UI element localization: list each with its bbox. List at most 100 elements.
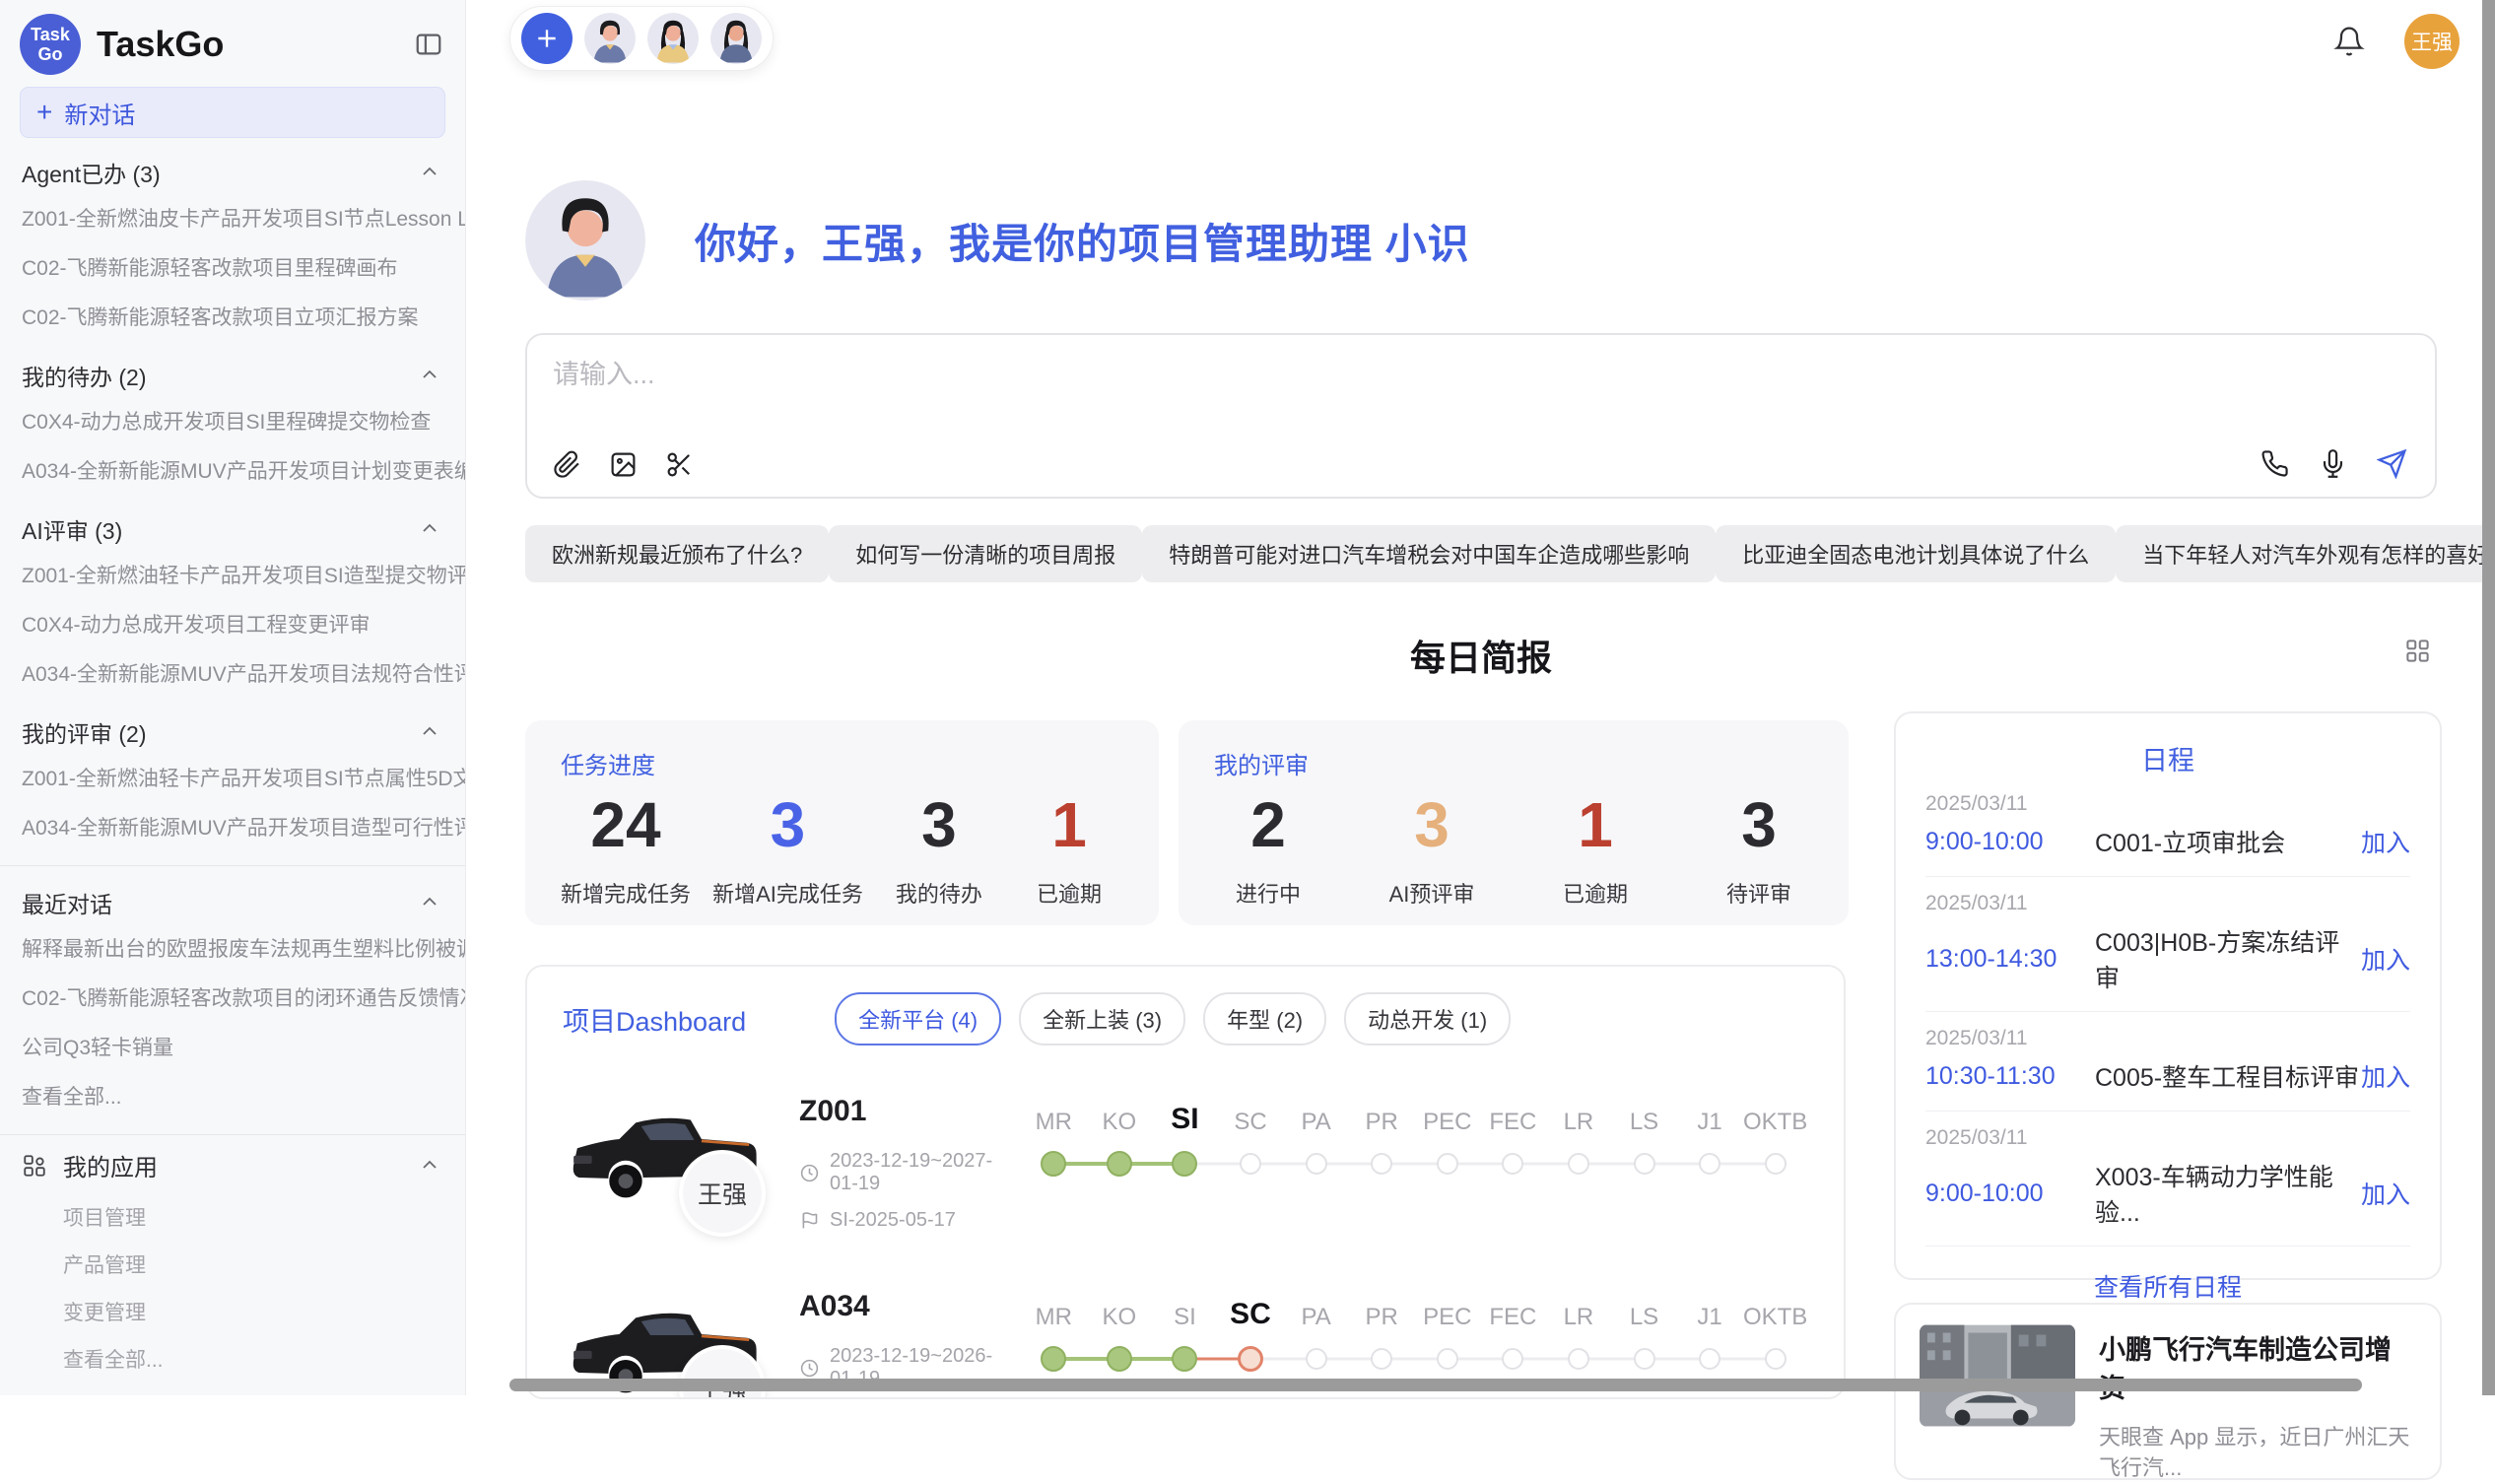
image-upload-icon[interactable] <box>609 450 638 479</box>
sidebar-item[interactable]: C02-飞腾新能源轻客改款项目立项汇报方案 <box>0 292 465 341</box>
sidebar-section-title: Agent已办 (3) <box>0 138 465 193</box>
microphone-icon[interactable] <box>2319 449 2347 478</box>
stat-value: 3 <box>885 788 993 861</box>
suggestion-chip[interactable]: 当下年轻人对汽车外观有怎样的喜好趋势 <box>2116 525 2495 582</box>
stat-label: 新增完成任务 <box>561 877 691 909</box>
dashboard-tab[interactable]: 全新上装 (3) <box>1019 992 1185 1046</box>
chevron-up-icon[interactable] <box>418 891 441 914</box>
join-meeting-link[interactable]: 加入 <box>2361 941 2410 977</box>
layout-grid-icon[interactable] <box>2404 638 2431 664</box>
project-dates: 2023-12-19~2027-01-19 <box>799 1150 1021 1195</box>
sidebar-item[interactable]: C0X4-动力总成开发项目SI里程碑提交物检查 <box>0 396 465 445</box>
recent-chat-item[interactable]: 公司Q3轻卡销量 <box>0 1022 465 1071</box>
milestone-label: LS <box>1611 1091 1677 1136</box>
milestone-label: PA <box>1283 1286 1349 1331</box>
suggestion-chip[interactable]: 比亚迪全固态电池计划具体说了什么 <box>1716 525 2116 582</box>
sidebar-collapse-icon[interactable] <box>414 30 443 59</box>
sidebar-item[interactable]: C0X4-动力总成开发项目工程变更评审 <box>0 599 465 648</box>
chevron-up-icon[interactable] <box>418 1154 441 1178</box>
milestone-track <box>1021 1136 1808 1191</box>
sidebar: Task Go TaskGo + 新对话 Agent已办 (3)Z001-全新燃… <box>0 0 466 1395</box>
chevron-up-icon[interactable] <box>418 161 441 184</box>
suggestion-chip[interactable]: 欧洲新规最近颁布了什么? <box>525 525 829 582</box>
milestone-dot-pending <box>1634 1348 1655 1370</box>
milestone-label: PR <box>1349 1091 1415 1136</box>
sidebar-item[interactable]: C02-飞腾新能源轻客改款项目里程碑画布 <box>0 242 465 292</box>
milestone-labels: MRKOSISCPAPRPECFECLRLSJ1OKTB <box>1021 1091 1808 1136</box>
project-flag-label: SI-2025-05-17 <box>830 1209 956 1232</box>
dashboard-title: 项目Dashboard <box>563 1000 746 1039</box>
milestone-dot-pending <box>1437 1153 1458 1175</box>
screenshot-scissors-icon[interactable] <box>665 450 694 479</box>
sidebar-item[interactable]: Z001-全新燃油皮卡产品开发项目SI节点Lesson Learn报告 <box>0 193 465 242</box>
join-meeting-link[interactable]: 加入 <box>2361 824 2410 859</box>
chat-input-card <box>525 333 2437 499</box>
recent-chat-item[interactable]: 解释最新出台的欧盟报废车法规再生塑料比例被调至15%... <box>0 923 465 973</box>
project-date-range: 2023-12-19~2027-01-19 <box>830 1150 1021 1195</box>
recent-chat-item[interactable]: C02-飞腾新能源轻客改款项目的闭环通告反馈情况 <box>0 973 465 1022</box>
milestone-dot-pending <box>1502 1348 1523 1370</box>
send-icon[interactable] <box>2377 448 2407 479</box>
join-meeting-link[interactable]: 加入 <box>2361 1176 2410 1211</box>
milestone-label: FEC <box>1480 1286 1546 1331</box>
join-meeting-link[interactable]: 加入 <box>2361 1058 2410 1094</box>
dashboard-header: 项目Dashboard 全新平台 (4) 全新上装 (3) 年型 (2) 动总开发 (… <box>563 992 1808 1046</box>
dashboard-tab[interactable]: 年型 (2) <box>1203 992 1326 1046</box>
sidebar-item-cloud-space[interactable]: 我的云空间 <box>0 1383 465 1395</box>
sidebar-item-my-apps[interactable]: 我的应用 <box>0 1137 465 1193</box>
stat-value: 24 <box>561 788 691 861</box>
horizontal-scrollbar[interactable] <box>509 1379 2362 1391</box>
dashboard-tab[interactable]: 动总开发 (1) <box>1344 992 1511 1046</box>
sidebar-item[interactable]: A034-全新新能源MUV产品开发项目造型可行性评审 <box>0 802 465 851</box>
milestone-label: LR <box>1546 1286 1612 1331</box>
my-apps-subitem[interactable]: 项目管理 <box>0 1193 465 1241</box>
news-card[interactable]: 小鹏飞行汽车制造公司增资 天眼查 App 显示，近日广州汇天飞行汽... <box>1894 1303 2442 1480</box>
my-apps-subitem[interactable]: 产品管理 <box>0 1241 465 1288</box>
news-snippet: 天眼查 App 显示，近日广州汇天飞行汽... <box>2099 1423 2416 1484</box>
schedule-card: 日程 2025/03/119:00-10:00C001-立项审批会加入2025/… <box>1894 711 2442 1280</box>
project-info: Z0012023-12-19~2027-01-19SI-2025-05-17 <box>799 1091 1021 1232</box>
milestone-label: FEC <box>1480 1091 1546 1136</box>
sidebar-item[interactable]: A034-全新新能源MUV产品开发项目法规符合性评审 <box>0 648 465 698</box>
schedule-title: 日程 <box>1925 739 2410 777</box>
chevron-up-icon[interactable] <box>418 720 441 744</box>
milestone-dot-pending <box>1568 1348 1589 1370</box>
milestone-label: SC <box>1218 1091 1284 1136</box>
suggestion-chip[interactable]: 特朗普可能对进口汽车增税会对中国车企造成哪些影响 <box>1142 525 1716 582</box>
sidebar-item[interactable]: Z001-全新燃油轻卡产品开发项目SI节点属性5D文件评审 <box>0 753 465 802</box>
chevron-up-icon[interactable] <box>418 364 441 387</box>
new-chat-button[interactable]: + 新对话 <box>20 87 445 138</box>
suggestion-chip[interactable]: 如何写一份清晰的项目周报 <box>829 525 1142 582</box>
stat-card-title: 我的评审 <box>1214 746 1813 780</box>
milestone-label: MR <box>1021 1091 1087 1136</box>
attachment-icon[interactable] <box>553 450 581 479</box>
stat: 1已逾期 <box>1541 788 1650 909</box>
milestone-label: LS <box>1611 1286 1677 1331</box>
new-chat-label: 新对话 <box>64 96 135 130</box>
milestone-label: SI <box>1152 1286 1218 1331</box>
my-apps-subitem[interactable]: 变更管理 <box>0 1288 465 1335</box>
chat-input[interactable] <box>553 353 2031 422</box>
sidebar-section-title: 我的待办 (2) <box>0 341 465 396</box>
voice-call-icon[interactable] <box>2260 449 2289 478</box>
sidebar-section-label: Agent已办 (3) <box>22 156 161 189</box>
assistant-avatar <box>525 180 645 301</box>
dashboard-tab[interactable]: 全新平台 (4) <box>835 992 1001 1046</box>
project-rows: 王强Z0012023-12-19~2027-01-19SI-2025-05-17… <box>563 1091 1808 1399</box>
schedule-date: 2025/03/11 <box>1925 792 2410 816</box>
vertical-scrollbar[interactable] <box>2482 0 2495 1395</box>
milestone-dot-done <box>1107 1151 1132 1177</box>
milestone-label: J1 <box>1677 1286 1743 1331</box>
chevron-up-icon[interactable] <box>418 517 441 541</box>
stat: 3AI预评审 <box>1378 788 1486 909</box>
sidebar-item[interactable]: A034-全新新能源MUV产品开发项目计划变更表编写 <box>0 445 465 495</box>
milestone-label: KO <box>1087 1091 1153 1136</box>
my-apps-subitem[interactable]: 查看全部... <box>0 1335 465 1383</box>
view-all-schedule-link[interactable]: 查看所有日程 <box>1925 1268 2410 1304</box>
sidebar-item[interactable]: Z001-全新燃油轻卡产品开发项目SI造型提交物评审 <box>0 550 465 599</box>
project-dashboard-card: 项目Dashboard 全新平台 (4) 全新上装 (3) 年型 (2) 动总开发 (… <box>525 965 1846 1399</box>
recent-chat-item[interactable]: 查看全部... <box>0 1071 465 1120</box>
milestone-dot-pending <box>1240 1153 1261 1175</box>
milestone-label: PR <box>1349 1286 1415 1331</box>
milestone-label: SC <box>1218 1286 1284 1331</box>
